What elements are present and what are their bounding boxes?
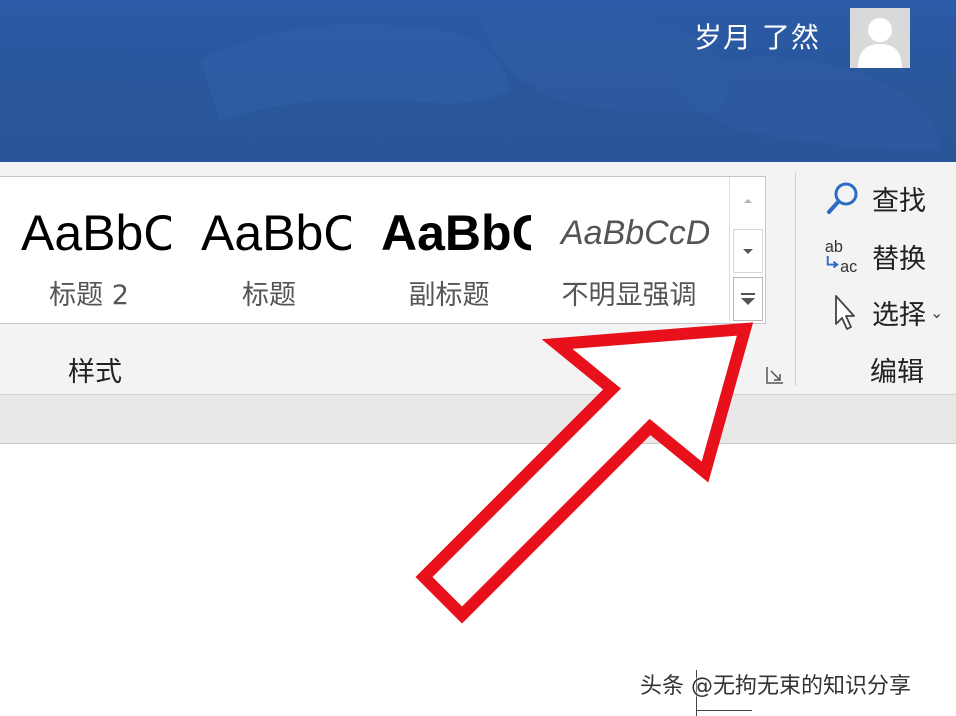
replace-icon-top: ab xyxy=(825,238,843,256)
account-username[interactable]: 岁月 了然 xyxy=(694,18,820,58)
find-button[interactable]: 查找 xyxy=(822,176,926,220)
cursor-icon xyxy=(835,295,855,330)
chevron-up-icon xyxy=(744,199,752,203)
style-heading-2[interactable]: AaBbC 标题 2 xyxy=(0,177,179,325)
replace-button[interactable]: ab ac 替换 xyxy=(822,234,926,278)
styles-dialog-launcher[interactable] xyxy=(765,365,785,385)
style-name: 不明显强调 xyxy=(561,280,697,311)
page-corner-mark-horizontal xyxy=(696,710,752,711)
replace-icon: ab ac xyxy=(822,234,864,278)
replace-label: 替换 xyxy=(872,243,926,275)
gallery-scroll-controls xyxy=(729,177,765,325)
style-subtle-emphasis[interactable]: AaBbCcDd 不明显强调 xyxy=(539,177,719,325)
title-bar: 岁月 了然 xyxy=(0,0,956,162)
watermark-text: 头条 @无拘无束的知识分享 xyxy=(640,674,911,699)
replace-icon-bottom: ac xyxy=(840,258,857,276)
search-icon xyxy=(827,182,858,214)
style-name: 标题 xyxy=(242,280,296,311)
style-name: 标题 2 xyxy=(49,280,129,311)
ribbon: AaBbC 标题 2 AaBbC 标题 AaBbC 副标题 AaBbCcDd 不… xyxy=(0,162,956,394)
title-bar-decoration xyxy=(200,8,940,151)
style-sample: AaBbC xyxy=(21,205,171,261)
style-sample: AaBbC xyxy=(201,205,351,261)
styles-gallery: AaBbC 标题 2 AaBbC 标题 AaBbC 副标题 AaBbCcDd 不… xyxy=(0,176,766,325)
styles-group-label: 样式 xyxy=(68,357,122,388)
gallery-more-button[interactable] xyxy=(733,277,763,321)
group-separator xyxy=(795,172,796,386)
dialog-launcher-icon xyxy=(766,367,783,384)
editing-group-label: 编辑 xyxy=(870,357,924,388)
gallery-scroll-down-button[interactable] xyxy=(733,229,763,273)
style-title[interactable]: AaBbC 标题 xyxy=(179,177,359,325)
chevron-down-icon xyxy=(743,249,753,254)
style-sample: AaBbC xyxy=(381,205,531,261)
more-styles-icon xyxy=(741,293,755,305)
user-avatar-icon xyxy=(858,18,902,68)
avatar[interactable] xyxy=(850,8,910,68)
select-label: 选择 xyxy=(872,299,926,331)
gallery-scroll-up-button[interactable] xyxy=(733,179,763,223)
style-sample: AaBbCcDd xyxy=(561,214,709,252)
chevron-down-icon: ⌄ xyxy=(930,302,944,322)
style-name: 副标题 xyxy=(408,280,490,311)
select-button[interactable]: 选择 ⌄ xyxy=(822,290,943,334)
word-window: 岁月 了然 AaBbC 标题 2 AaBbC 标题 AaBbC 副标题 AaBb… xyxy=(0,0,956,716)
ribbon-bottom-bar xyxy=(0,394,956,444)
style-subtitle[interactable]: AaBbC 副标题 xyxy=(359,177,539,325)
find-label: 查找 xyxy=(872,185,926,217)
